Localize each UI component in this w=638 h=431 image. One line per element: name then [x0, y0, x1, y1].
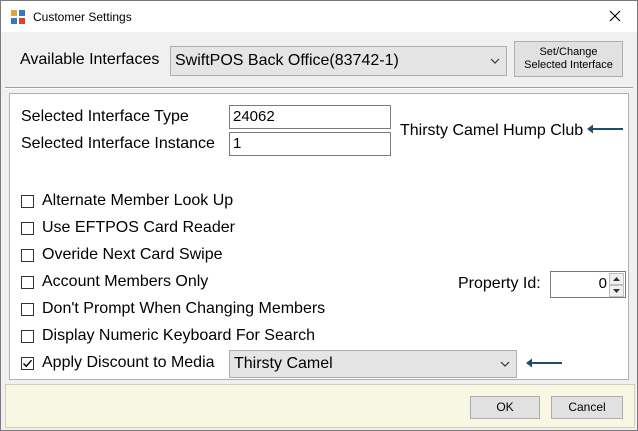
arrow-left-icon — [587, 124, 623, 134]
available-interfaces-dropdown[interactable]: SwiftPOS Back Office(83742-1) — [170, 46, 507, 76]
media-value: Thirsty Camel — [234, 355, 333, 372]
option-apply-discount-to-media[interactable]: Apply Discount to Media — [21, 353, 215, 373]
checkmark-icon — [23, 359, 33, 367]
option-use-eftpos-card-reader[interactable]: Use EFTPOS Card Reader — [21, 218, 235, 238]
ok-button[interactable]: OK — [470, 396, 540, 419]
checkbox[interactable] — [21, 302, 34, 316]
window-title: Customer Settings — [33, 10, 132, 24]
checkbox[interactable] — [21, 248, 34, 262]
property-id-stepper[interactable]: 0 — [550, 271, 626, 298]
footer-bar: OK Cancel — [5, 384, 635, 428]
close-icon — [609, 10, 620, 22]
chevron-down-icon — [500, 351, 510, 377]
stepper-down-button[interactable] — [609, 285, 624, 297]
interface-instance-field[interactable]: 1 — [229, 132, 391, 156]
checkbox[interactable] — [21, 275, 34, 289]
cancel-button[interactable]: Cancel — [551, 396, 623, 419]
checkbox[interactable] — [21, 221, 34, 235]
interface-selector-panel: Available Interfaces SwiftPOS Back Offic… — [9, 35, 629, 86]
title-bar: Customer Settings — [1, 1, 637, 32]
available-interfaces-label: Available Interfaces — [20, 51, 160, 68]
option-alternate-member-lookup[interactable]: Alternate Member Look Up — [21, 191, 233, 211]
media-dropdown[interactable]: Thirsty Camel — [229, 350, 517, 378]
checkbox-checked[interactable] — [21, 356, 34, 370]
set-change-line1: Set/Change — [539, 46, 598, 58]
option-dont-prompt-changing-members[interactable]: Don't Prompt When Changing Members — [21, 299, 325, 319]
caret-up-icon — [613, 277, 620, 281]
separator — [5, 87, 633, 89]
checkbox[interactable] — [21, 194, 34, 208]
close-button[interactable] — [592, 1, 637, 31]
chevron-down-icon — [490, 47, 500, 75]
checkbox[interactable] — [21, 329, 34, 343]
option-display-numeric-keyboard[interactable]: Display Numeric Keyboard For Search — [21, 326, 315, 346]
set-change-interface-button[interactable]: Set/Change Selected Interface — [514, 41, 623, 77]
property-id-label: Property Id: — [458, 275, 541, 292]
set-change-line2: Selected Interface — [524, 59, 613, 71]
arrow-left-icon — [526, 358, 562, 368]
stepper-buttons — [609, 273, 624, 297]
interface-type-field[interactable]: 24062 — [229, 105, 391, 129]
stepper-up-button[interactable] — [609, 273, 624, 285]
caret-down-icon — [613, 289, 620, 293]
property-id-value: 0 — [598, 275, 607, 292]
option-account-members-only[interactable]: Account Members Only — [21, 272, 208, 292]
customer-settings-window: Customer Settings Available Interfaces S… — [0, 0, 638, 431]
interface-instance-label: Selected Interface Instance — [21, 135, 215, 152]
option-override-next-card-swipe[interactable]: Overide Next Card Swipe — [21, 245, 223, 265]
club-name-label: Thirsty Camel Hump Club — [400, 122, 584, 139]
settings-panel: Selected Interface Type 24062 Selected I… — [9, 93, 629, 380]
interface-type-label: Selected Interface Type — [21, 108, 189, 125]
available-interfaces-value: SwiftPOS Back Office(83742-1) — [175, 52, 399, 69]
app-icon — [11, 10, 25, 24]
